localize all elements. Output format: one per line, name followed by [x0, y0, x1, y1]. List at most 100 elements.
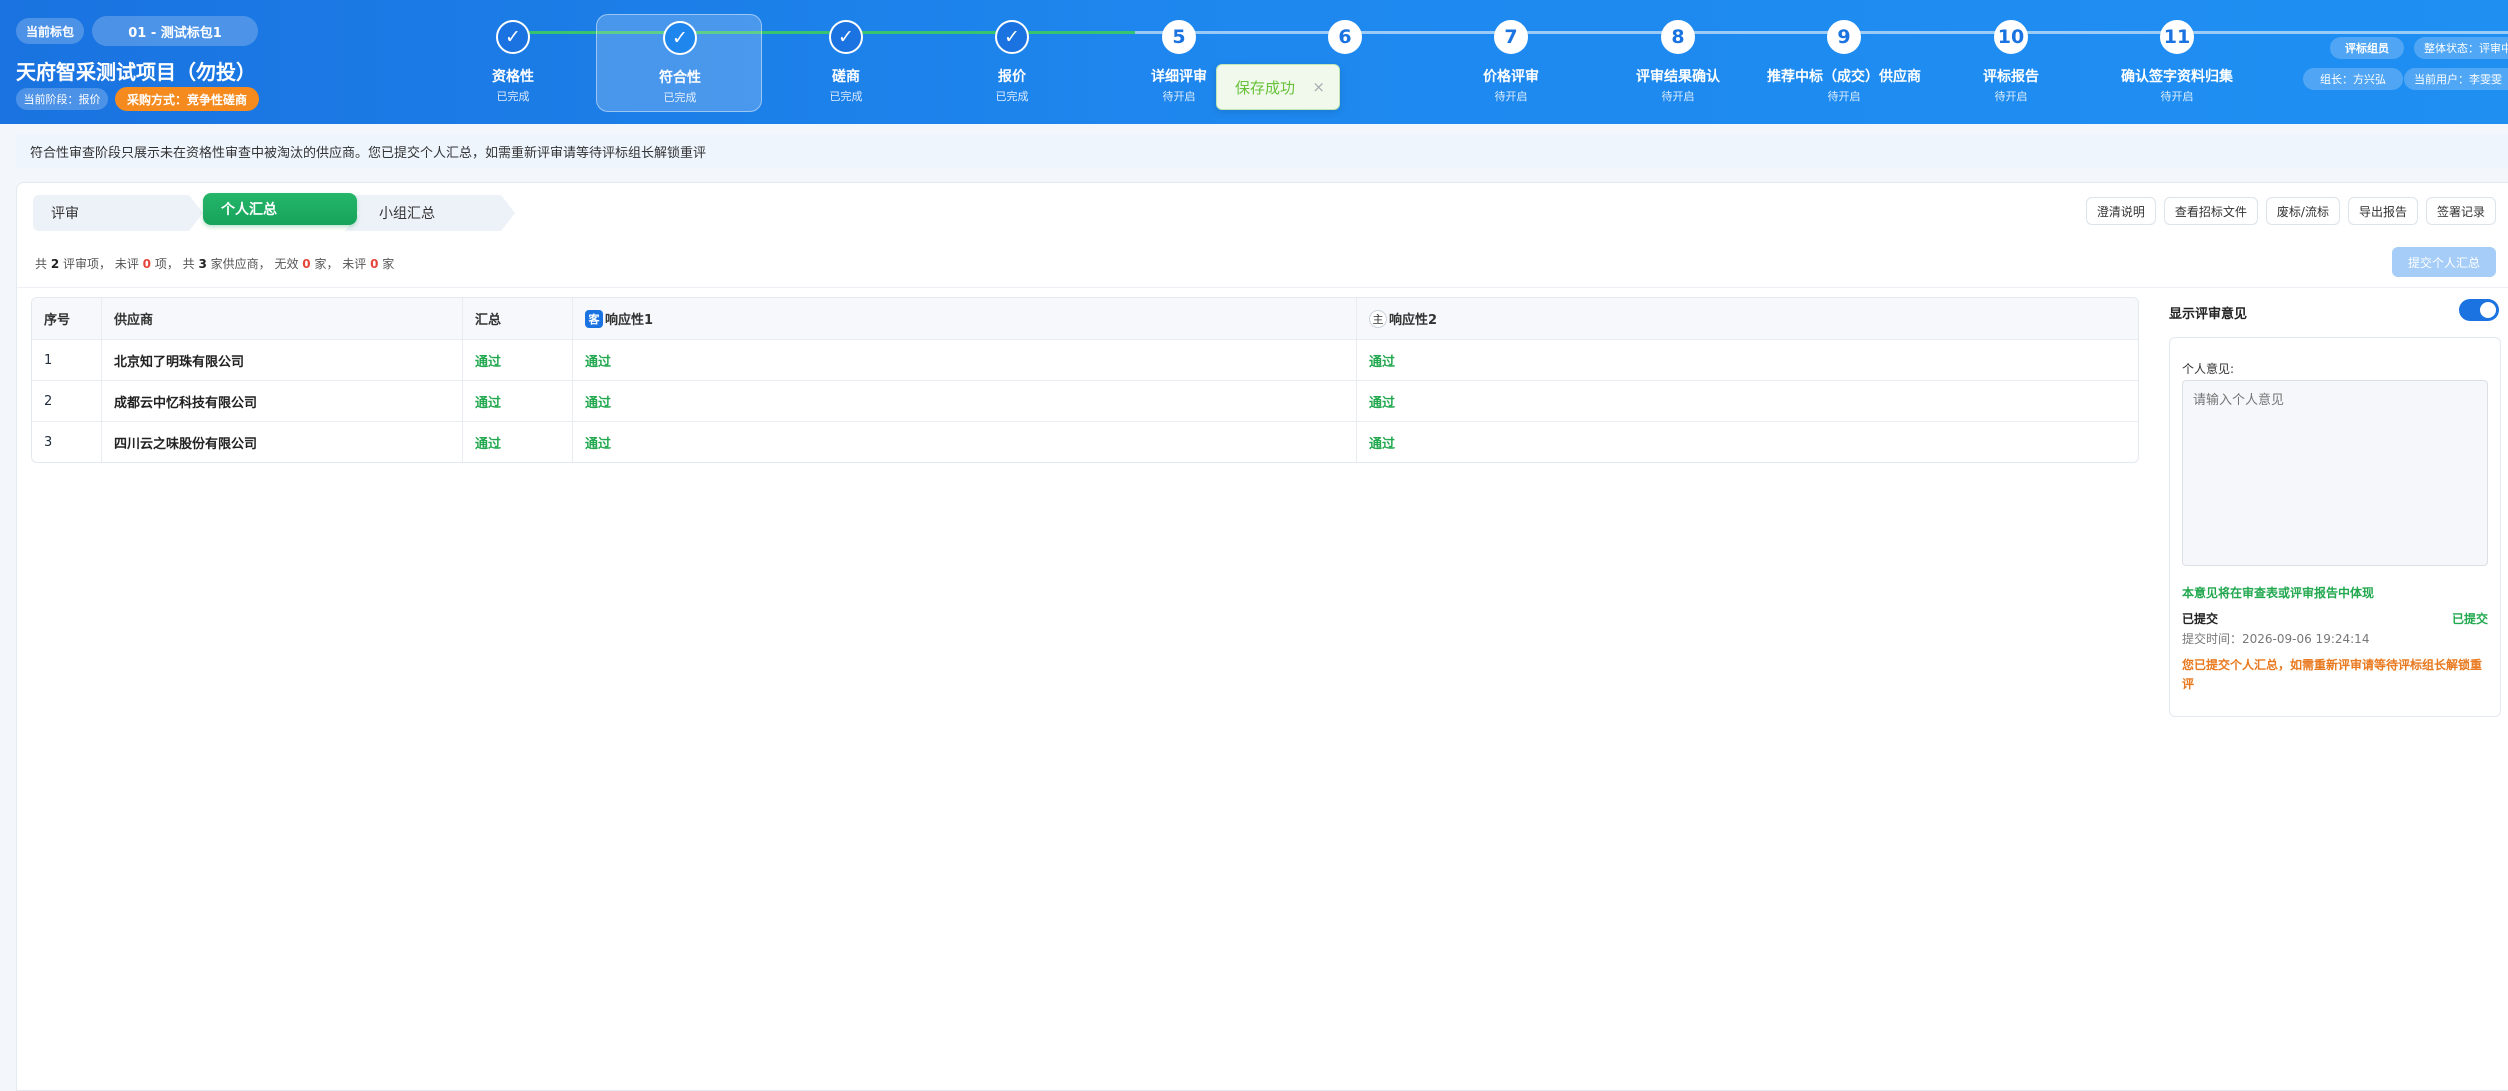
step-label: 报价 [998, 69, 1026, 85]
step-10[interactable]: 10 评标报告待开启 [1928, 0, 2094, 124]
table-header-row: 序号 供应商 汇总 客 响应性1 主 响应性2 [32, 298, 2138, 339]
step-circle-icon: ✓ [663, 21, 697, 55]
method-badge: 采购方式：竞争性磋商 [115, 87, 259, 111]
resubmit-warning: 您已提交个人汇总，如需重新评审请等待评标组长解锁重评 [2182, 658, 2483, 691]
tab-review[interactable]: 评审 [33, 195, 203, 231]
summary-text: 家， 未评 [310, 257, 371, 271]
row-supplier: 北京知了明珠有限公司 [102, 340, 463, 380]
step-status: 待开启 [1661, 90, 1695, 103]
step-status: 已完成 [663, 91, 697, 104]
clarification-button[interactable]: 澄清说明 [2085, 197, 2156, 225]
summary-text: 评审项， 未评 [59, 257, 143, 271]
stage-notice: 符合性审查阶段只展示未在资格性审查中被淘汰的供应商。您已提交个人汇总，如需重新评… [16, 134, 2508, 168]
step-status: 待开启 [1494, 90, 1528, 103]
step-2[interactable]: ✓ 符合性已完成 [596, 14, 762, 112]
step-circle-icon: 8 [1661, 20, 1695, 54]
step-1[interactable]: ✓ 资格性已完成 [430, 0, 596, 124]
summary-table: 序号 供应商 汇总 客 响应性1 主 响应性2 1 北京知了明珠有限公司 通过 通过通… [31, 297, 2139, 463]
row-total-result: 通过 [463, 381, 573, 421]
view-tender-doc-button[interactable]: 查看招标文件 [2163, 197, 2258, 225]
opinion-label: 个人意见: [2182, 362, 2235, 376]
step-circle-icon: 5 [1162, 20, 1196, 54]
step-3[interactable]: ✓ 磋商 已完成 [763, 0, 929, 124]
row-response2-result[interactable]: 通过 [1357, 381, 2138, 421]
abandon-bid-button[interactable]: 废标/流标 [2265, 197, 2340, 225]
step-label: 资格性 [492, 69, 534, 85]
subjective-tag-icon: 主 [1369, 309, 1387, 328]
step-circle-icon: 10 [1994, 20, 2028, 54]
leader-badge: 组长：方兴弘 [2303, 68, 2403, 90]
step-status: 已完成 [829, 90, 863, 103]
header-response2: 主 响应性2 [1357, 298, 2138, 339]
row-supplier: 成都云中忆科技有限公司 [102, 381, 463, 421]
step-label: 评标报告 [1983, 69, 2039, 85]
step-4[interactable]: ✓ 报价 已完成 [929, 0, 1095, 124]
objective-tag-icon: 客 [585, 309, 603, 328]
submit-time: 提交时间：2026-09-06 19:24:14 [2182, 632, 2370, 646]
close-icon[interactable]: × [1312, 78, 1325, 96]
stage-badge: 当前阶段：报价 [16, 88, 108, 110]
submit-personal-summary-button[interactable]: 提交个人汇总 [2392, 247, 2496, 277]
row-index: 1 [32, 340, 102, 380]
row-response1-result[interactable]: 通过 [573, 340, 1357, 380]
step-circle-icon: 9 [1827, 20, 1861, 54]
tab-personal-summary[interactable]: 个人汇总 [203, 193, 357, 225]
step-label: 符合性 [659, 70, 701, 86]
step-7[interactable]: 7 价格评审待开启 [1428, 0, 1594, 124]
step-circle-icon: ✓ [829, 20, 863, 54]
row-response1-result[interactable]: 通过 [573, 381, 1357, 421]
row-response1-result[interactable]: 通过 [573, 422, 1357, 462]
header-supplier: 供应商 [102, 298, 463, 339]
progress-steps: ✓ 资格性 已完成 ✓ 符合性 已完成 ✓ 磋商 已完成 ✓ 报价 已完成 5 详细评审 待开启 6 7 价格评审… [430, 0, 2508, 124]
step-label: 推荐中标（成交）供应商 [1767, 69, 1921, 85]
step-label: 评审结果确认 [1636, 69, 1720, 85]
step-status: 待开启 [1827, 90, 1861, 103]
summary-suppliers-count: 3 [198, 257, 207, 271]
row-response2-result[interactable]: 通过 [1357, 422, 2138, 462]
row-index: 3 [32, 422, 102, 462]
summary-unrated-items: 0 [142, 257, 151, 271]
summary-text: 共 [35, 257, 51, 271]
table-row: 1 北京知了明珠有限公司 通过 通过 通过 [32, 339, 2138, 380]
save-success-toast: 保存成功 × [1216, 64, 1340, 110]
row-response2-result[interactable]: 通过 [1357, 340, 2138, 380]
review-tabs: 评审 小组汇总 个人汇总 [33, 193, 523, 231]
step-status: 待开启 [1994, 90, 2028, 103]
step-circle-icon: 7 [1494, 20, 1528, 54]
row-index: 2 [32, 381, 102, 421]
tab-group-summary[interactable]: 小组汇总 [345, 195, 515, 231]
table-row: 3 四川云之味股份有限公司 通过 通过 通过 [32, 421, 2138, 462]
header-total: 汇总 [463, 298, 573, 339]
step-circle-icon: 6 [1328, 20, 1362, 54]
export-report-button[interactable]: 导出报告 [2347, 197, 2418, 225]
step-status: 已完成 [995, 90, 1029, 103]
signature-record-button[interactable]: 签署记录 [2425, 197, 2496, 225]
role-badge: 评标组员 [2330, 37, 2404, 59]
opinion-input[interactable] [2182, 380, 2488, 566]
overall-status-badge: 整体状态：评审中 [2414, 37, 2508, 59]
submitted-status: 已提交 [2451, 612, 2488, 626]
row-total-result: 通过 [463, 340, 573, 380]
row-total-result: 通过 [463, 422, 573, 462]
step-circle-icon: ✓ [496, 20, 530, 54]
opinion-note: 本意见将在审查表或评审报告中体现 [2182, 586, 2375, 600]
current-package-badge: 当前标包 [16, 18, 84, 44]
show-opinion-toggle[interactable] [2459, 299, 2499, 321]
step-9[interactable]: 9 推荐中标（成交）供应商 待开启 [1761, 0, 1927, 124]
step-status: 待开启 [2160, 90, 2194, 103]
table-row: 2 成都云中忆科技有限公司 通过 通过 通过 [32, 380, 2138, 421]
review-summary: 共 2 评审项， 未评 0 项， 共 3 家供应商， 无效 0 家， 未评 0 … [35, 255, 394, 272]
step-status: 已完成 [496, 90, 530, 103]
package-selector[interactable]: 01 - 测试标包1 [92, 16, 258, 46]
header-response1-label: 响应性1 [605, 313, 654, 328]
step-8[interactable]: 8 评审结果确认 待开启 [1595, 0, 1761, 124]
project-title: 天府智采测试项目（勿投） [16, 60, 256, 84]
toast-message: 保存成功 [1235, 78, 1296, 97]
divider [17, 287, 2508, 288]
row-supplier: 四川云之味股份有限公司 [102, 422, 463, 462]
step-label: 价格评审 [1483, 69, 1539, 85]
step-11[interactable]: 11 确认签字资料归集 待开启 [2094, 0, 2260, 124]
header-response2-label: 响应性2 [1389, 313, 1438, 328]
opinion-panel: 个人意见: 本意见将在审查表或评审报告中体现 已提交 已提交 提交时间：2026… [2169, 337, 2501, 717]
show-opinion-label: 显示评审意见 [2169, 307, 2248, 322]
